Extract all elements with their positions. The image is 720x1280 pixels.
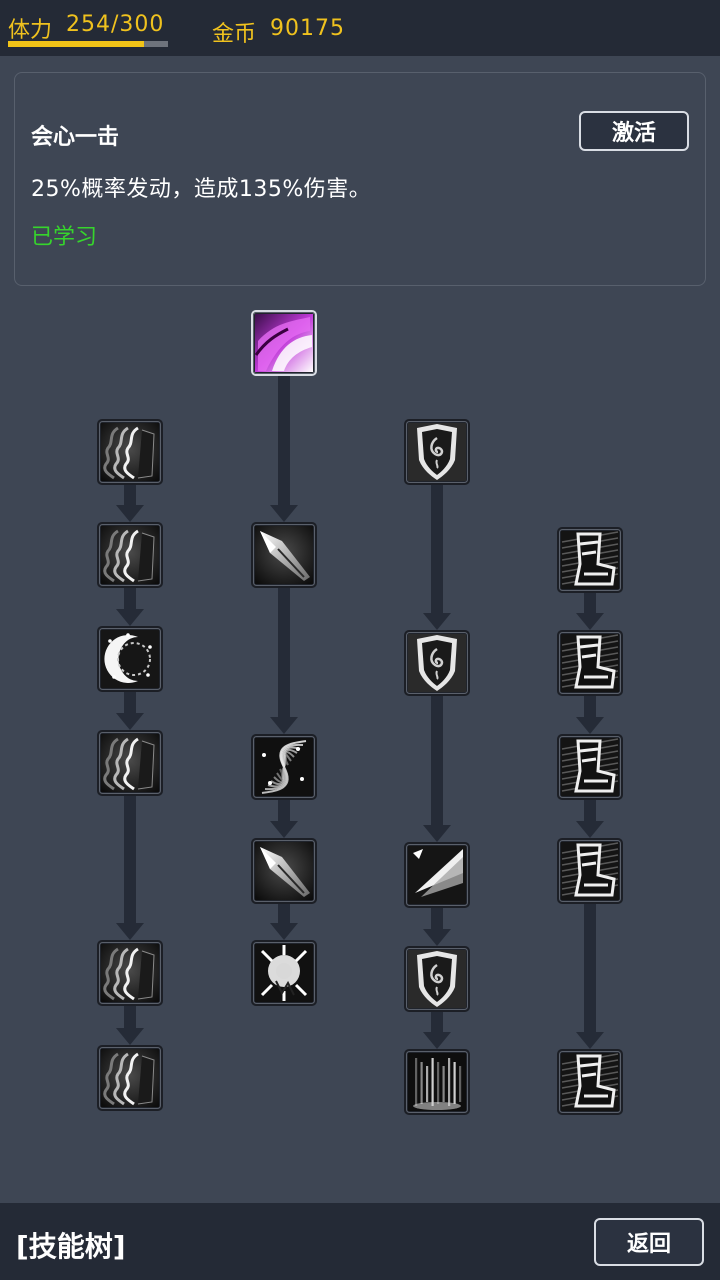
skill-node[interactable] bbox=[557, 630, 623, 696]
tree-connector bbox=[576, 799, 604, 838]
tree-connector bbox=[270, 799, 298, 838]
tree-connector bbox=[270, 903, 298, 940]
shield-rune-icon bbox=[408, 950, 466, 1008]
skill-node[interactable] bbox=[557, 527, 623, 593]
skill-tree bbox=[97, 310, 623, 1115]
shield-rune-icon bbox=[408, 423, 466, 481]
shatter-icon bbox=[255, 944, 313, 1002]
tree-connector bbox=[116, 1005, 144, 1045]
iron-boot-icon bbox=[561, 1053, 619, 1111]
tree-connector bbox=[576, 903, 604, 1049]
skill-node[interactable] bbox=[251, 734, 317, 800]
skill-node[interactable] bbox=[557, 1049, 623, 1115]
iron-boot-icon bbox=[561, 738, 619, 796]
spearhead-icon bbox=[255, 526, 313, 584]
skill-node[interactable] bbox=[404, 419, 470, 485]
shadow-face-icon bbox=[101, 1049, 159, 1107]
shadow-face-icon bbox=[101, 526, 159, 584]
skill-node[interactable] bbox=[404, 1049, 470, 1115]
shadow-face-icon bbox=[101, 423, 159, 481]
back-button[interactable]: 返回 bbox=[594, 1218, 704, 1266]
skill-node[interactable] bbox=[251, 838, 317, 904]
spearhead-icon bbox=[255, 842, 313, 900]
tree-connector bbox=[116, 795, 144, 940]
tree-connector bbox=[576, 592, 604, 630]
skill-node[interactable] bbox=[97, 730, 163, 796]
light-pillar-icon bbox=[408, 1053, 466, 1111]
tree-connector bbox=[270, 375, 298, 522]
crimson-slash-icon bbox=[254, 314, 313, 372]
iron-boot-icon bbox=[561, 842, 619, 900]
skill-node[interactable] bbox=[97, 419, 163, 485]
shadow-face-icon bbox=[101, 734, 159, 792]
tree-connector bbox=[270, 587, 298, 734]
skill-node[interactable] bbox=[251, 940, 317, 1006]
skill-node[interactable] bbox=[557, 734, 623, 800]
page-title: [技能树] bbox=[16, 1230, 126, 1263]
shield-rune-icon bbox=[408, 634, 466, 692]
skill-node[interactable] bbox=[404, 946, 470, 1012]
skill-node[interactable] bbox=[97, 522, 163, 588]
tree-connector bbox=[423, 1011, 451, 1049]
skill-node[interactable] bbox=[404, 630, 470, 696]
iron-boot-icon bbox=[561, 634, 619, 692]
tree-connector bbox=[423, 907, 451, 946]
skill-node[interactable] bbox=[97, 1045, 163, 1111]
skill-node[interactable] bbox=[251, 522, 317, 588]
tree-connector bbox=[576, 695, 604, 734]
shadow-face-icon bbox=[101, 944, 159, 1002]
iron-boot-icon bbox=[561, 531, 619, 589]
skill-node[interactable] bbox=[97, 626, 163, 692]
tree-connector bbox=[116, 484, 144, 522]
tree-connector bbox=[116, 587, 144, 626]
glowing-crescent-icon bbox=[101, 630, 159, 688]
skill-node[interactable] bbox=[97, 940, 163, 1006]
bottom-bar: [技能树] 返回 bbox=[0, 1203, 720, 1280]
tree-connector bbox=[423, 695, 451, 842]
swift-strike-icon bbox=[408, 846, 466, 904]
skill-node[interactable] bbox=[557, 838, 623, 904]
tree-connector bbox=[116, 691, 144, 730]
tree-connector bbox=[423, 484, 451, 630]
feather-burst-icon bbox=[255, 738, 313, 796]
skill-node[interactable] bbox=[404, 842, 470, 908]
skill-node[interactable] bbox=[251, 310, 317, 376]
